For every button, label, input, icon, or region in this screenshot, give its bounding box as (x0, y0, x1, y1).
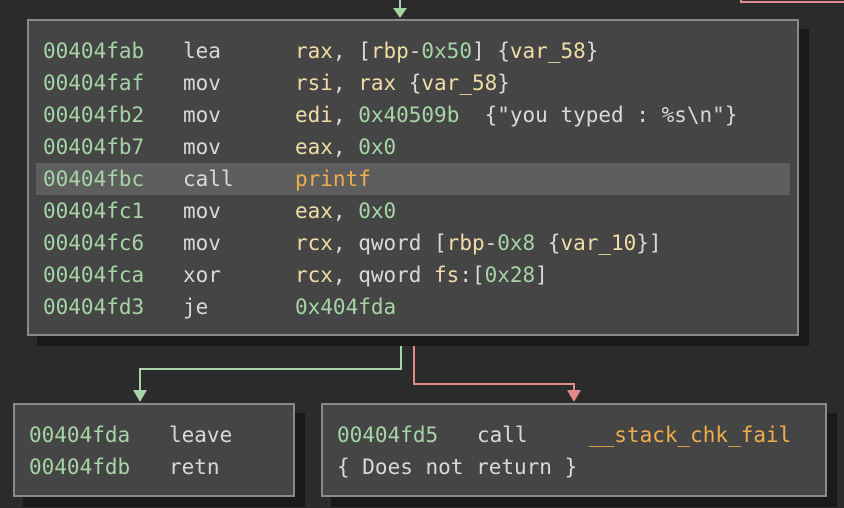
instruction-row[interactable]: 00404fda leave (15, 419, 293, 451)
operand-text: { (535, 231, 561, 255)
operand-text: }] (636, 231, 662, 255)
operand-register: rcx (295, 231, 333, 255)
instruction-row[interactable]: 00404fb2 mov edi, 0x40509b {"you typed : %… (29, 99, 797, 131)
operand-text: } (497, 71, 510, 95)
operand-register: var_58 (421, 71, 498, 95)
does-not-return-note: { Does not return } (337, 455, 578, 479)
instruction-row[interactable]: 00404fd5 call __stack_chk_fail (323, 419, 825, 451)
instruction-mnemonic: lea (183, 39, 221, 63)
operand-text: , (332, 199, 359, 223)
instruction-row[interactable]: 00404fbc call printf (36, 163, 790, 195)
instruction-mnemonic: mov (183, 231, 221, 255)
instruction-row[interactable]: 00404faf mov rsi, rax {var_58} (29, 67, 797, 99)
operand-text: - (408, 39, 422, 63)
instruction-mnemonic: xor (183, 263, 221, 287)
operand-text: { (396, 71, 422, 95)
edge-false[interactable] (413, 336, 575, 392)
operand-text: , (332, 135, 359, 159)
instruction-address[interactable]: 00404fc6 (43, 227, 144, 259)
operand-text: ] (535, 263, 548, 287)
edge-false-arrow (567, 390, 581, 402)
operand-text: , qword (332, 263, 435, 287)
operand-number[interactable]: 0x8 (497, 227, 535, 259)
offscreen-edge (740, 0, 844, 3)
operand-text: , (332, 71, 359, 95)
operand-number[interactable]: 0x50 (421, 35, 472, 67)
operand-register: rax (295, 39, 333, 63)
edge-true-arrow (133, 390, 147, 402)
operand-register: rbp (446, 231, 485, 255)
instruction-mnemonic: mov (183, 199, 221, 223)
operand-number[interactable]: 0x0 (358, 131, 396, 163)
instruction-mnemonic: leave (169, 423, 233, 447)
instruction-row[interactable]: 00404fd3 je 0x404fda (29, 291, 797, 323)
instruction-mnemonic: mov (183, 135, 221, 159)
operand-text: , qword [ (332, 231, 447, 255)
operand-number[interactable]: 0x28 (485, 259, 536, 291)
instruction-mnemonic: mov (183, 103, 221, 127)
operand-register: eax (295, 135, 333, 159)
operand-register: rsi (295, 71, 333, 95)
operand-register: edi (295, 103, 333, 127)
instruction-mnemonic: retn (169, 455, 220, 479)
operand-register: eax (295, 199, 333, 223)
operand-register: var_10 (560, 231, 637, 255)
operand-number[interactable]: 0x0 (358, 195, 396, 227)
instruction-address[interactable]: 00404fab (43, 35, 144, 67)
instruction-mnemonic: je (183, 295, 209, 319)
operand-text: , [ (332, 39, 371, 63)
operand-register: rbp (370, 39, 409, 63)
instruction-address[interactable]: 00404fdb (29, 451, 130, 483)
edge-true[interactable] (139, 336, 402, 392)
instruction-address[interactable]: 00404fbc (43, 163, 144, 195)
instruction-address[interactable]: 00404fd5 (337, 419, 438, 451)
operand-text: , (332, 103, 359, 127)
operand-text: :[ (459, 263, 485, 287)
operand-function[interactable]: printf (295, 163, 371, 195)
operand-register: rax (358, 71, 397, 95)
instruction-address[interactable]: 00404fd3 (43, 291, 144, 323)
instruction-row[interactable]: 00404fdb retn (15, 451, 293, 483)
operand-function[interactable]: __stack_chk_fail (589, 419, 791, 451)
operand-number[interactable]: 0x404fda (295, 291, 396, 323)
operand-register: var_58 (509, 39, 586, 63)
instruction-mnemonic: mov (183, 71, 221, 95)
instruction-address[interactable]: 00404fda (29, 419, 130, 451)
operand-register: rcx (295, 263, 333, 287)
instruction-mnemonic: call (183, 167, 234, 191)
operand-number[interactable]: 0x40509b (358, 99, 459, 131)
instruction-row[interactable]: 00404fc6 mov rcx, qword [rbp -0x8 {var_10}] (29, 227, 797, 259)
instruction-row[interactable]: 00404fca xor rcx, qword fs:[0x28] (29, 259, 797, 291)
operand-text: {"you typed : %s\n"} (459, 103, 738, 127)
instruction-address[interactable]: 00404faf (43, 67, 144, 99)
incoming-edge-arrow (393, 8, 407, 18)
basic-block-leave[interactable]: 00404fda leave 00404fdb retn (13, 403, 295, 497)
instruction-address[interactable]: 00404fb7 (43, 131, 144, 163)
basic-block-stack-chk-fail[interactable]: 00404fd5 call __stack_chk_fail { Does not r… (321, 403, 827, 497)
instruction-address[interactable]: 00404fc1 (43, 195, 144, 227)
operand-register: fs (434, 263, 460, 287)
instruction-address[interactable]: 00404fca (43, 259, 144, 291)
operand-text: ] { (471, 39, 510, 63)
instruction-row[interactable]: 00404fab lea rax, [rbp -0x50] {var_58} (29, 35, 797, 67)
operand-text: } (585, 39, 599, 63)
instruction-mnemonic: call (477, 423, 528, 447)
instruction-address[interactable]: 00404fb2 (43, 99, 144, 131)
operand-text: - (484, 231, 498, 255)
instruction-row[interactable]: 00404fb7 mov eax, 0x0 (29, 131, 797, 163)
instruction-row[interactable]: 00404fc1 mov eax, 0x0 (29, 195, 797, 227)
basic-block-main[interactable]: 00404fab lea rax, [rbp -0x50] {var_58} 00404… (27, 19, 799, 336)
